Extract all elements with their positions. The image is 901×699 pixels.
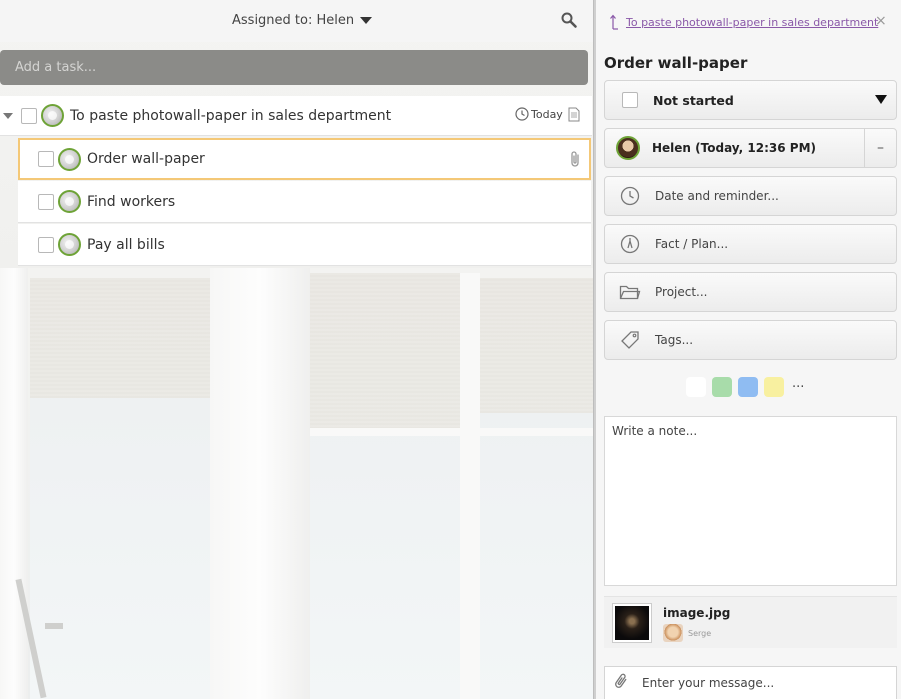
close-icon[interactable]: × (875, 13, 887, 29)
parent-task-link-label: To paste photowall-paper in sales depart… (626, 15, 879, 29)
color-picker: ··· (686, 377, 804, 397)
search-icon[interactable] (560, 11, 578, 29)
tags-button[interactable]: Tags... (604, 320, 897, 360)
clock-icon (515, 107, 529, 121)
status-dropdown[interactable]: Not started (604, 80, 897, 120)
task-list-pane: Assigned to: Helen To paste photowall-pa… (0, 0, 593, 699)
fact-plan-button[interactable]: Fact / Plan... (604, 224, 897, 264)
folder-icon (619, 283, 641, 301)
up-arrow-icon (610, 14, 618, 30)
project-button[interactable]: Project... (604, 272, 897, 312)
collapse-triangle-icon[interactable] (3, 112, 13, 119)
message-bar (604, 666, 897, 699)
clock-icon (619, 186, 641, 206)
date-reminder-label: Date and reminder... (655, 189, 779, 203)
note-icon (568, 107, 580, 126)
remove-assignee-button[interactable]: – (864, 129, 896, 167)
task-checkbox[interactable] (38, 236, 54, 253)
avatar (58, 147, 81, 171)
color-swatch-yellow[interactable] (764, 377, 784, 397)
fact-plan-label: Fact / Plan... (655, 237, 729, 251)
task-title: Order wall-paper (87, 151, 205, 167)
avatar (616, 136, 640, 160)
assigned-filter-label: Assigned to: Helen (232, 13, 355, 28)
due-date-badge: Today (515, 107, 563, 121)
attachment-filename[interactable]: image.jpg (663, 606, 730, 620)
parent-task-link[interactable]: To paste photowall-paper in sales depart… (610, 14, 878, 30)
compass-icon (619, 234, 641, 254)
caret-down-icon (875, 95, 887, 104)
task-title: Pay all bills (87, 236, 165, 253)
paperclip-icon (568, 150, 582, 172)
task-checkbox[interactable] (38, 151, 54, 167)
attachment-item[interactable]: image.jpg Serge (604, 596, 897, 648)
add-task-input[interactable] (0, 50, 588, 85)
message-input[interactable] (642, 676, 872, 690)
project-label: Project... (655, 285, 708, 299)
color-swatch-blue[interactable] (738, 377, 758, 397)
tag-icon (619, 330, 641, 350)
paperclip-icon[interactable] (614, 672, 628, 694)
attachment-thumbnail[interactable] (612, 603, 652, 643)
task-detail-title[interactable]: Order wall-paper (604, 54, 747, 72)
attachment-uploader: Serge (688, 629, 712, 638)
background-photo (0, 268, 593, 699)
task-checkbox[interactable] (38, 193, 54, 210)
tags-label: Tags... (655, 333, 694, 347)
avatar (663, 624, 683, 642)
task-detail-pane: To paste photowall-paper in sales depart… (596, 0, 901, 699)
due-date-label: Today (531, 107, 563, 121)
status-label: Not started (653, 92, 734, 108)
caret-down-icon (360, 17, 373, 24)
task-row-parent[interactable]: To paste photowall-paper in sales depart… (0, 96, 592, 136)
more-colors-button[interactable]: ··· (792, 380, 804, 395)
note-textarea[interactable] (604, 416, 897, 586)
avatar (58, 233, 81, 256)
assigned-filter-dropdown[interactable]: Assigned to: Helen (232, 13, 373, 28)
color-swatch-green[interactable] (712, 377, 732, 397)
task-title: Find workers (87, 193, 176, 210)
status-checkbox[interactable] (622, 92, 638, 108)
task-row[interactable]: Find workers (18, 181, 591, 223)
color-swatch-white[interactable] (686, 377, 706, 397)
task-row[interactable]: Pay all bills (18, 224, 591, 266)
list-header: Assigned to: Helen (0, 0, 593, 42)
avatar (58, 190, 81, 213)
task-row-selected[interactable]: Order wall-paper (18, 138, 591, 180)
avatar (41, 104, 64, 127)
date-reminder-button[interactable]: Date and reminder... (604, 176, 897, 216)
task-checkbox[interactable] (21, 107, 37, 124)
assignee-button[interactable]: Helen (Today, 12:36 PM) – (604, 128, 897, 168)
assignee-label: Helen (Today, 12:36 PM) (652, 141, 817, 155)
task-title: To paste photowall-paper in sales depart… (70, 107, 392, 124)
